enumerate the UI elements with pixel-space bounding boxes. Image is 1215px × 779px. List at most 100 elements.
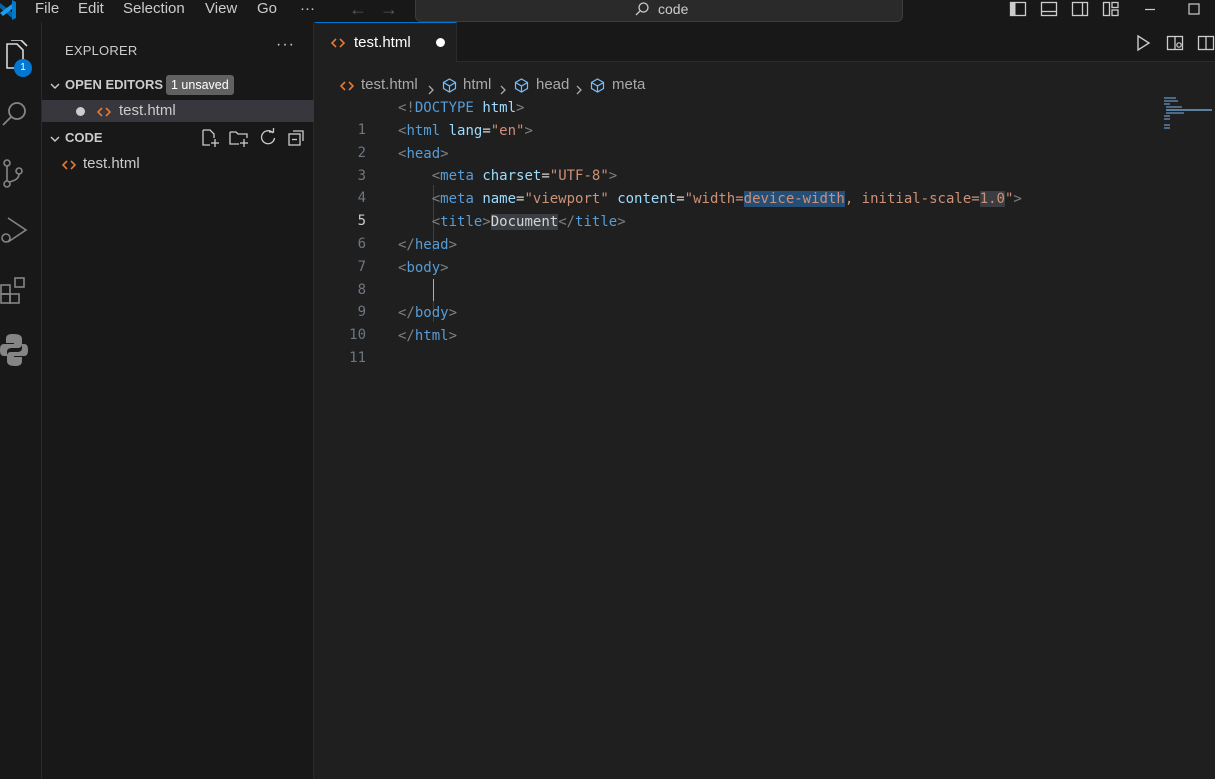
code-token: name: [482, 191, 517, 207]
code-line: 8 <body>: [315, 257, 1215, 298]
menu-go[interactable]: Go: [257, 0, 277, 20]
code-token: <!: [398, 100, 415, 116]
code-token: </: [558, 214, 576, 230]
html-file-icon: [330, 36, 346, 50]
menu-edit[interactable]: Edit: [78, 0, 104, 20]
chevron-right-icon: [575, 80, 583, 95]
menu-more-button[interactable]: ···: [300, 0, 315, 20]
unsaved-count-badge: 1 unsaved: [166, 75, 234, 95]
unsaved-dot-icon[interactable]: [76, 107, 85, 116]
search-icon[interactable]: [0, 90, 42, 138]
menu-view[interactable]: View: [205, 0, 237, 20]
code-token: charset: [482, 168, 542, 184]
code-token: >: [448, 237, 458, 253]
new-file-icon[interactable]: [200, 128, 220, 148]
code-token: >: [440, 146, 449, 162]
code-token: html: [414, 328, 449, 344]
search-icon: [634, 1, 650, 17]
code-token: meta: [440, 191, 474, 207]
code-token: >: [482, 214, 491, 230]
code-token: <: [431, 191, 441, 207]
extensions-icon[interactable]: [0, 267, 42, 315]
maximize-icon[interactable]: [1185, 1, 1203, 17]
menu-file[interactable]: File: [35, 0, 59, 20]
breadcrumb-html[interactable]: html: [463, 74, 491, 96]
breadcrumb-file[interactable]: test.html: [361, 74, 418, 96]
customize-layout-icon[interactable]: [1102, 1, 1120, 17]
selection-match-highlight: Document: [490, 214, 559, 230]
symbol-element-icon: [442, 78, 457, 93]
code-token: title: [575, 214, 618, 230]
open-editor-item[interactable]: test.html: [42, 100, 314, 122]
open-editor-file-label: test.html: [119, 102, 176, 119]
code-token: >: [1013, 191, 1022, 207]
code-line: 6 <title>Document</title>: [315, 211, 1215, 252]
minimap-line: [1164, 103, 1170, 105]
vscode-logo-icon: [0, 0, 18, 20]
html-file-icon: [61, 157, 77, 171]
chevron-down-icon: [48, 78, 62, 92]
code-token: "viewport": [524, 191, 609, 207]
minimize-icon[interactable]: [1141, 1, 1159, 17]
source-control-icon[interactable]: [0, 150, 42, 198]
minimap-line: [1164, 115, 1170, 117]
chevron-right-icon: [499, 80, 507, 95]
code-token: =: [541, 168, 550, 184]
minimap-line: [1164, 100, 1178, 102]
code-line: 1 <!DOCTYPE html>: [315, 97, 1215, 138]
breadcrumb: test.html html head meta: [315, 74, 1215, 96]
back-arrow-icon[interactable]: ←: [348, 0, 368, 20]
code-token: content: [617, 191, 677, 207]
collapse-all-icon[interactable]: [287, 128, 307, 148]
code-token: title: [440, 214, 483, 230]
command-center-search[interactable]: code: [415, 0, 903, 22]
tab-label: test.html: [354, 34, 411, 51]
folder-file-item[interactable]: test.html: [42, 153, 314, 175]
code-token: head: [406, 146, 441, 162]
symbol-element-icon: [590, 78, 605, 93]
editor-tabs: test.html: [315, 22, 1215, 62]
code-token: , initial-scale=: [844, 191, 980, 207]
folder-file-label: test.html: [83, 155, 140, 172]
run-file-icon[interactable]: [1134, 34, 1152, 52]
selection-match-highlight: 1.0: [979, 191, 1005, 207]
toggle-panel-icon[interactable]: [1040, 1, 1058, 17]
menu-selection[interactable]: Selection: [123, 0, 185, 20]
refresh-icon[interactable]: [258, 128, 278, 148]
minimap-line: [1164, 124, 1170, 126]
code-line: 2 <html lang="en">: [315, 120, 1215, 161]
code-token: html: [482, 100, 517, 116]
minimap-line: [1164, 97, 1176, 99]
code-token: body: [414, 305, 449, 321]
code-token: DOCTYPE: [414, 100, 474, 116]
breadcrumb-meta[interactable]: meta: [612, 74, 645, 96]
explorer-files-icon[interactable]: 1: [0, 32, 42, 80]
toggle-primary-sidebar-icon[interactable]: [1009, 1, 1027, 17]
minimap-line: [1166, 106, 1182, 108]
breadcrumb-head[interactable]: head: [536, 74, 569, 96]
unsaved-dot-icon[interactable]: [436, 38, 445, 47]
python-icon[interactable]: [0, 324, 42, 372]
code-line: 3 <head>: [315, 143, 1215, 184]
new-folder-icon[interactable]: [229, 128, 249, 148]
explorer-badge: 1: [14, 59, 32, 77]
open-editors-label: OPEN EDITORS: [65, 77, 164, 92]
minimap-line: [1164, 127, 1170, 129]
minimap[interactable]: [1162, 97, 1215, 137]
tab-test-html[interactable]: test.html: [315, 22, 457, 62]
explorer-more-actions-button[interactable]: ···: [276, 36, 295, 54]
run-and-debug-icon[interactable]: [0, 208, 42, 256]
forward-arrow-icon[interactable]: →: [379, 0, 399, 20]
split-editor-icon[interactable]: [1197, 34, 1215, 52]
toggle-secondary-sidebar-icon[interactable]: [1071, 1, 1089, 17]
code-line-active: 5 <meta name="viewport" content="width=d…: [315, 188, 1215, 229]
open-preview-icon[interactable]: [1166, 34, 1184, 52]
code-line: 7 </head>: [315, 234, 1215, 275]
code-token: >: [617, 214, 626, 230]
minimap-line: [1166, 109, 1212, 111]
code-token: <: [431, 168, 441, 184]
